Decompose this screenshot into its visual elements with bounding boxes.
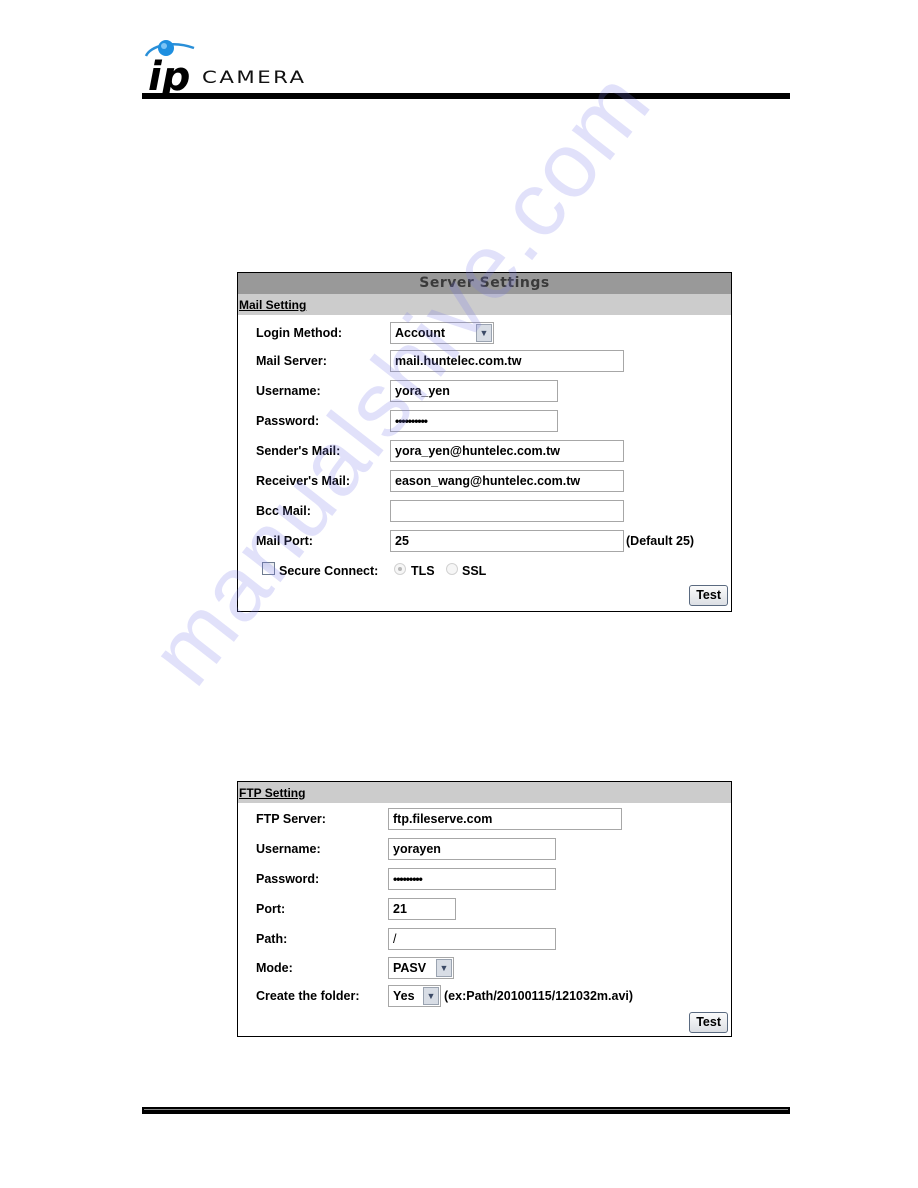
ftp-password-input[interactable]: ••••••••• xyxy=(388,868,556,890)
bcc-mail-label: Bcc Mail: xyxy=(256,504,311,518)
ftp-password-row: Password: ••••••••• xyxy=(238,868,731,892)
create-folder-label: Create the folder: xyxy=(256,989,360,1003)
bcc-mail-input[interactable] xyxy=(390,500,624,522)
ftp-server-label: FTP Server: xyxy=(256,812,326,826)
login-method-row: Login Method: Account ▼ xyxy=(238,322,731,346)
mail-server-label: Mail Server: xyxy=(256,354,327,368)
mail-port-row: Mail Port: 25 (Default 25) xyxy=(238,530,731,554)
mail-port-input[interactable]: 25 xyxy=(390,530,624,552)
ftp-path-label: Path: xyxy=(256,932,288,946)
ftp-server-row: FTP Server: ftp.fileserve.com xyxy=(238,808,731,832)
ssl-label: SSL xyxy=(462,564,487,578)
ssl-radio[interactable] xyxy=(446,563,458,575)
ftp-password-label: Password: xyxy=(256,872,320,886)
ftp-mode-row: Mode: PASV ▼ xyxy=(238,957,731,981)
secure-connect-label: Secure Connect: xyxy=(279,564,379,578)
receiver-mail-label: Receiver's Mail: xyxy=(256,474,350,488)
sender-mail-row: Sender's Mail: yora_yen@huntelec.com.tw xyxy=(238,440,731,464)
ftp-username-row: Username: yorayen xyxy=(238,838,731,862)
receiver-mail-row: Receiver's Mail: eason_wang@huntelec.com… xyxy=(238,470,731,494)
ftp-port-row: Port: 21 xyxy=(238,898,731,922)
mail-server-row: Mail Server: mail.huntelec.com.tw xyxy=(238,350,731,374)
ftp-settings-panel: FTP Setting FTP Server: ftp.fileserve.co… xyxy=(237,781,732,1037)
mail-password-label: Password: xyxy=(256,414,320,428)
mail-settings-panel: Server Settings Mail Setting Login Metho… xyxy=(237,272,732,612)
receiver-mail-input[interactable]: eason_wang@huntelec.com.tw xyxy=(390,470,624,492)
login-method-label: Login Method: xyxy=(256,326,343,340)
secure-connect-row: Secure Connect: TLS SSL xyxy=(238,560,731,584)
create-folder-row: Create the folder: Yes ▼ (ex:Path/201001… xyxy=(238,985,731,1009)
mail-password-input[interactable]: •••••••••• xyxy=(390,410,558,432)
mail-username-row: Username: yora_yen xyxy=(238,380,731,404)
ip-camera-logo: ip CAMERA xyxy=(142,38,332,96)
ftp-path-row: Path: / xyxy=(238,928,731,952)
tls-label: TLS xyxy=(411,564,435,578)
logo-camera-text: CAMERA xyxy=(202,68,307,88)
ftp-username-input[interactable]: yorayen xyxy=(388,838,556,860)
logo-ip-text: ip xyxy=(148,54,190,96)
create-folder-example-note: (ex:Path/20100115/121032m.avi) xyxy=(444,989,634,1003)
create-folder-select[interactable]: Yes ▼ xyxy=(388,985,441,1007)
footer-rule xyxy=(142,1107,790,1114)
login-method-select[interactable]: Account ▼ xyxy=(390,322,494,344)
ftp-server-input[interactable]: ftp.fileserve.com xyxy=(388,808,622,830)
ftp-test-button[interactable]: Test xyxy=(689,1012,728,1033)
mail-username-input[interactable]: yora_yen xyxy=(390,380,558,402)
chevron-down-icon[interactable]: ▼ xyxy=(436,959,452,977)
mail-server-input[interactable]: mail.huntelec.com.tw xyxy=(390,350,624,372)
ftp-mode-label: Mode: xyxy=(256,961,293,975)
svg-text:ip: ip xyxy=(148,54,190,96)
tls-radio[interactable] xyxy=(394,563,406,575)
sender-mail-label: Sender's Mail: xyxy=(256,444,341,458)
sender-mail-input[interactable]: yora_yen@huntelec.com.tw xyxy=(390,440,624,462)
chevron-down-icon[interactable]: ▼ xyxy=(476,324,492,342)
ftp-username-label: Username: xyxy=(256,842,321,856)
ftp-port-label: Port: xyxy=(256,902,286,916)
chevron-down-icon[interactable]: ▼ xyxy=(423,987,439,1005)
mail-password-row: Password: •••••••••• xyxy=(238,410,731,434)
ftp-mode-select[interactable]: PASV ▼ xyxy=(388,957,454,979)
mail-port-label: Mail Port: xyxy=(256,534,313,548)
mail-port-default-note: (Default 25) xyxy=(626,534,695,548)
ftp-port-input[interactable]: 21 xyxy=(388,898,456,920)
secure-connect-checkbox[interactable] xyxy=(262,562,275,575)
header-rule xyxy=(142,93,790,99)
mail-username-label: Username: xyxy=(256,384,321,398)
mail-section-header: Mail Setting xyxy=(238,294,731,315)
panel-title: Server Settings xyxy=(238,273,731,294)
mail-test-button[interactable]: Test xyxy=(689,585,728,606)
ftp-path-input[interactable]: / xyxy=(388,928,556,950)
ftp-section-header: FTP Setting xyxy=(238,782,731,803)
bcc-mail-row: Bcc Mail: xyxy=(238,500,731,524)
